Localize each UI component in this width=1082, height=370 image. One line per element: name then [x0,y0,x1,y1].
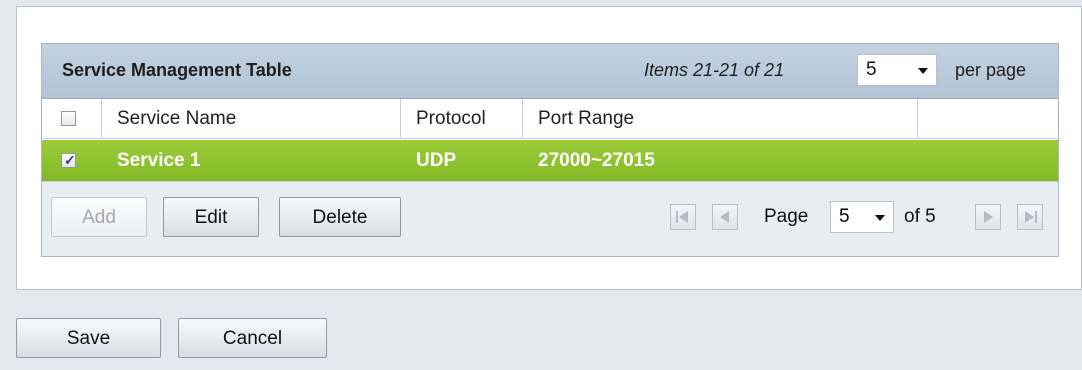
column-header-port-range[interactable]: Port Range [538,108,634,130]
cancel-button[interactable]: Cancel [178,318,327,358]
select-all-checkbox[interactable] [61,111,76,126]
cell-service-name: Service 1 [117,150,201,171]
previous-page-button[interactable] [712,204,738,230]
first-page-icon [676,211,688,223]
row-checkbox[interactable]: ✓ [61,152,76,168]
current-page-value: 5 [839,206,850,227]
column-divider [522,99,523,139]
previous-page-icon [720,211,729,223]
column-divider [101,99,102,139]
table-actions-bar: Add Edit Delete Page 5 of 5 [42,181,1058,256]
save-button[interactable]: Save [16,318,161,358]
column-divider [400,99,401,139]
last-page-button[interactable] [1017,204,1043,230]
column-header-protocol[interactable]: Protocol [416,108,486,130]
next-page-icon [984,211,993,223]
edit-button[interactable]: Edit [163,197,259,237]
chevron-down-icon [918,68,928,74]
cell-protocol: UDP [416,150,457,171]
column-divider [917,99,918,139]
page-total-label: of 5 [904,206,936,227]
chevron-down-icon [875,215,885,221]
page-label: Page [764,206,809,227]
last-page-icon [1025,211,1037,223]
per-page-label: per page [955,60,1027,80]
table-row[interactable]: ✓ Service 1 UDP 27000~27015 [42,140,1058,181]
content-panel: Service Management Table Items 21-21 of … [16,6,1082,290]
delete-button[interactable]: Delete [279,197,401,237]
checkmark-icon: ✓ [64,152,76,168]
first-page-button[interactable] [670,204,696,230]
per-page-select[interactable]: 5 [857,54,937,86]
items-count: Items 21-21 of 21 [644,60,785,80]
service-management-table: Service Management Table Items 21-21 of … [41,43,1059,257]
page-select[interactable]: 5 [830,201,894,233]
per-page-value: 5 [866,59,877,80]
table-title-bar: Service Management Table Items 21-21 of … [42,44,1058,99]
column-header-service-name[interactable]: Service Name [117,108,236,130]
table-header-row: Service Name Protocol Port Range [42,99,1058,139]
cell-port-range: 27000~27015 [538,150,655,171]
table-title: Service Management Table [62,60,292,80]
add-button[interactable]: Add [51,197,147,237]
next-page-button[interactable] [975,204,1001,230]
